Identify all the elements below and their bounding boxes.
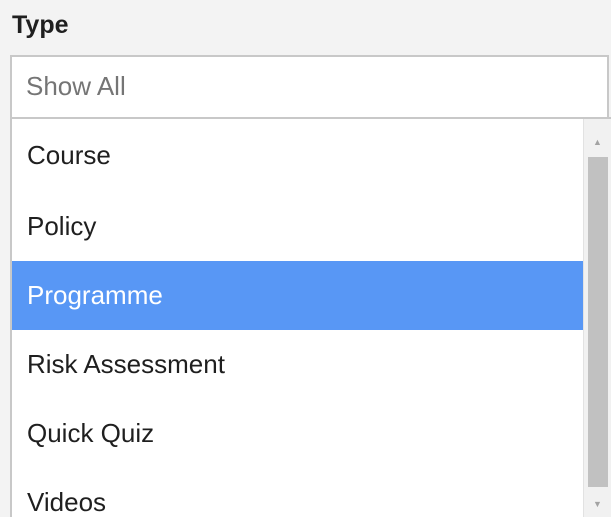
- dropdown-scrollbar[interactable]: ▲ ▼: [583, 119, 611, 517]
- option-policy[interactable]: Policy: [12, 192, 583, 261]
- option-quick-quiz[interactable]: Quick Quiz: [12, 399, 583, 468]
- option-programme[interactable]: Programme: [12, 261, 583, 330]
- scroll-down-icon[interactable]: ▼: [584, 489, 611, 517]
- type-dropdown-list: Course Policy Programme Risk Assessment …: [10, 117, 611, 517]
- select-current-value: Show All: [26, 71, 126, 101]
- option-list: Course Policy Programme Risk Assessment …: [12, 119, 583, 517]
- option-course[interactable]: Course: [12, 119, 583, 192]
- option-risk-assessment[interactable]: Risk Assessment: [12, 330, 583, 399]
- option-videos[interactable]: Videos: [12, 468, 583, 517]
- scroll-up-icon[interactable]: ▲: [584, 127, 611, 157]
- type-filter: Type Show All Course Policy Programme Ri…: [0, 0, 611, 517]
- type-select[interactable]: Show All: [10, 55, 609, 117]
- type-label: Type: [12, 11, 69, 39]
- scrollbar-thumb[interactable]: [588, 157, 608, 487]
